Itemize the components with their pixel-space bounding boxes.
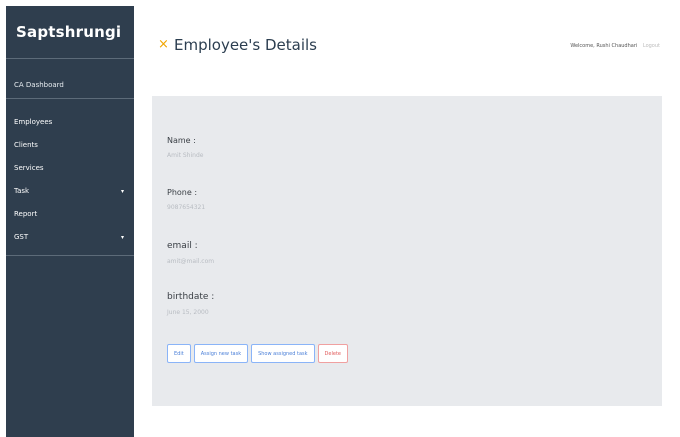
sidebar-item-label: Services: [14, 164, 44, 172]
field-birthdate: birthdate : June 15, 2000: [167, 292, 214, 316]
name-value: Amit Shinde: [167, 152, 204, 159]
logout-link[interactable]: Logout: [643, 43, 660, 49]
sidebar-item-clients[interactable]: Clients: [6, 134, 134, 157]
phone-value: 9087654321: [167, 204, 206, 211]
sidebar-item-report[interactable]: Report: [6, 203, 134, 226]
sidebar-item-label: Report: [14, 210, 38, 218]
action-buttons: Edit Assign new task Show assigned task …: [167, 344, 348, 363]
sidebar-item-task[interactable]: Task ▾: [6, 180, 134, 203]
name-label: Name :: [167, 136, 196, 145]
birthdate-value: June 15, 2000: [167, 309, 209, 316]
chevron-down-icon: ▾: [120, 234, 124, 241]
field-phone: Phone : 9087654321: [167, 188, 205, 211]
welcome-text: Welcome, Rushi Chaudhari Logout: [570, 43, 660, 49]
sidebar-item-label: Clients: [14, 141, 38, 149]
show-assigned-task-button[interactable]: Show assigned task: [251, 344, 315, 363]
field-name: Name : Amit Shinde: [167, 136, 203, 159]
sidebar-item-label: Task: [14, 187, 30, 195]
sidebar-item-ca-dashboard[interactable]: CA Dashboard: [6, 59, 134, 98]
employee-details-card: Name : Amit Shinde Phone : 9087654321 em…: [152, 96, 662, 406]
phone-label: Phone :: [167, 188, 198, 197]
delete-button[interactable]: Delete: [317, 344, 348, 363]
birthdate-label: birthdate :: [167, 292, 215, 302]
assign-new-task-button[interactable]: Assign new task: [193, 344, 249, 363]
sidebar: Saptshrungi CA Dashboard Employees Clien…: [6, 6, 134, 437]
sidebar-item-gst[interactable]: GST ▾: [6, 226, 134, 249]
email-value: amit@mail.com: [167, 258, 215, 265]
page-title: Employee's Details: [174, 36, 317, 54]
email-label: email :: [167, 241, 198, 251]
sidebar-item-label: GST: [14, 233, 29, 241]
sidebar-divider: [6, 255, 134, 256]
chevron-down-icon: ▾: [120, 188, 124, 195]
welcome-user: Welcome, Rushi Chaudhari: [570, 43, 638, 49]
sidebar-item-label: Employees: [14, 118, 53, 126]
sidebar-nav: Employees Clients Services Task ▾ Report …: [6, 99, 134, 249]
header: × Employee's Details Welcome, Rushi Chau…: [134, 6, 680, 70]
sidebar-item-employees[interactable]: Employees: [6, 111, 134, 134]
brand-logo[interactable]: Saptshrungi: [6, 6, 134, 59]
sidebar-item-services[interactable]: Services: [6, 157, 134, 180]
edit-button[interactable]: Edit: [167, 344, 191, 363]
close-icon[interactable]: ×: [158, 38, 169, 51]
field-email: email : amit@mail.com: [167, 241, 214, 265]
